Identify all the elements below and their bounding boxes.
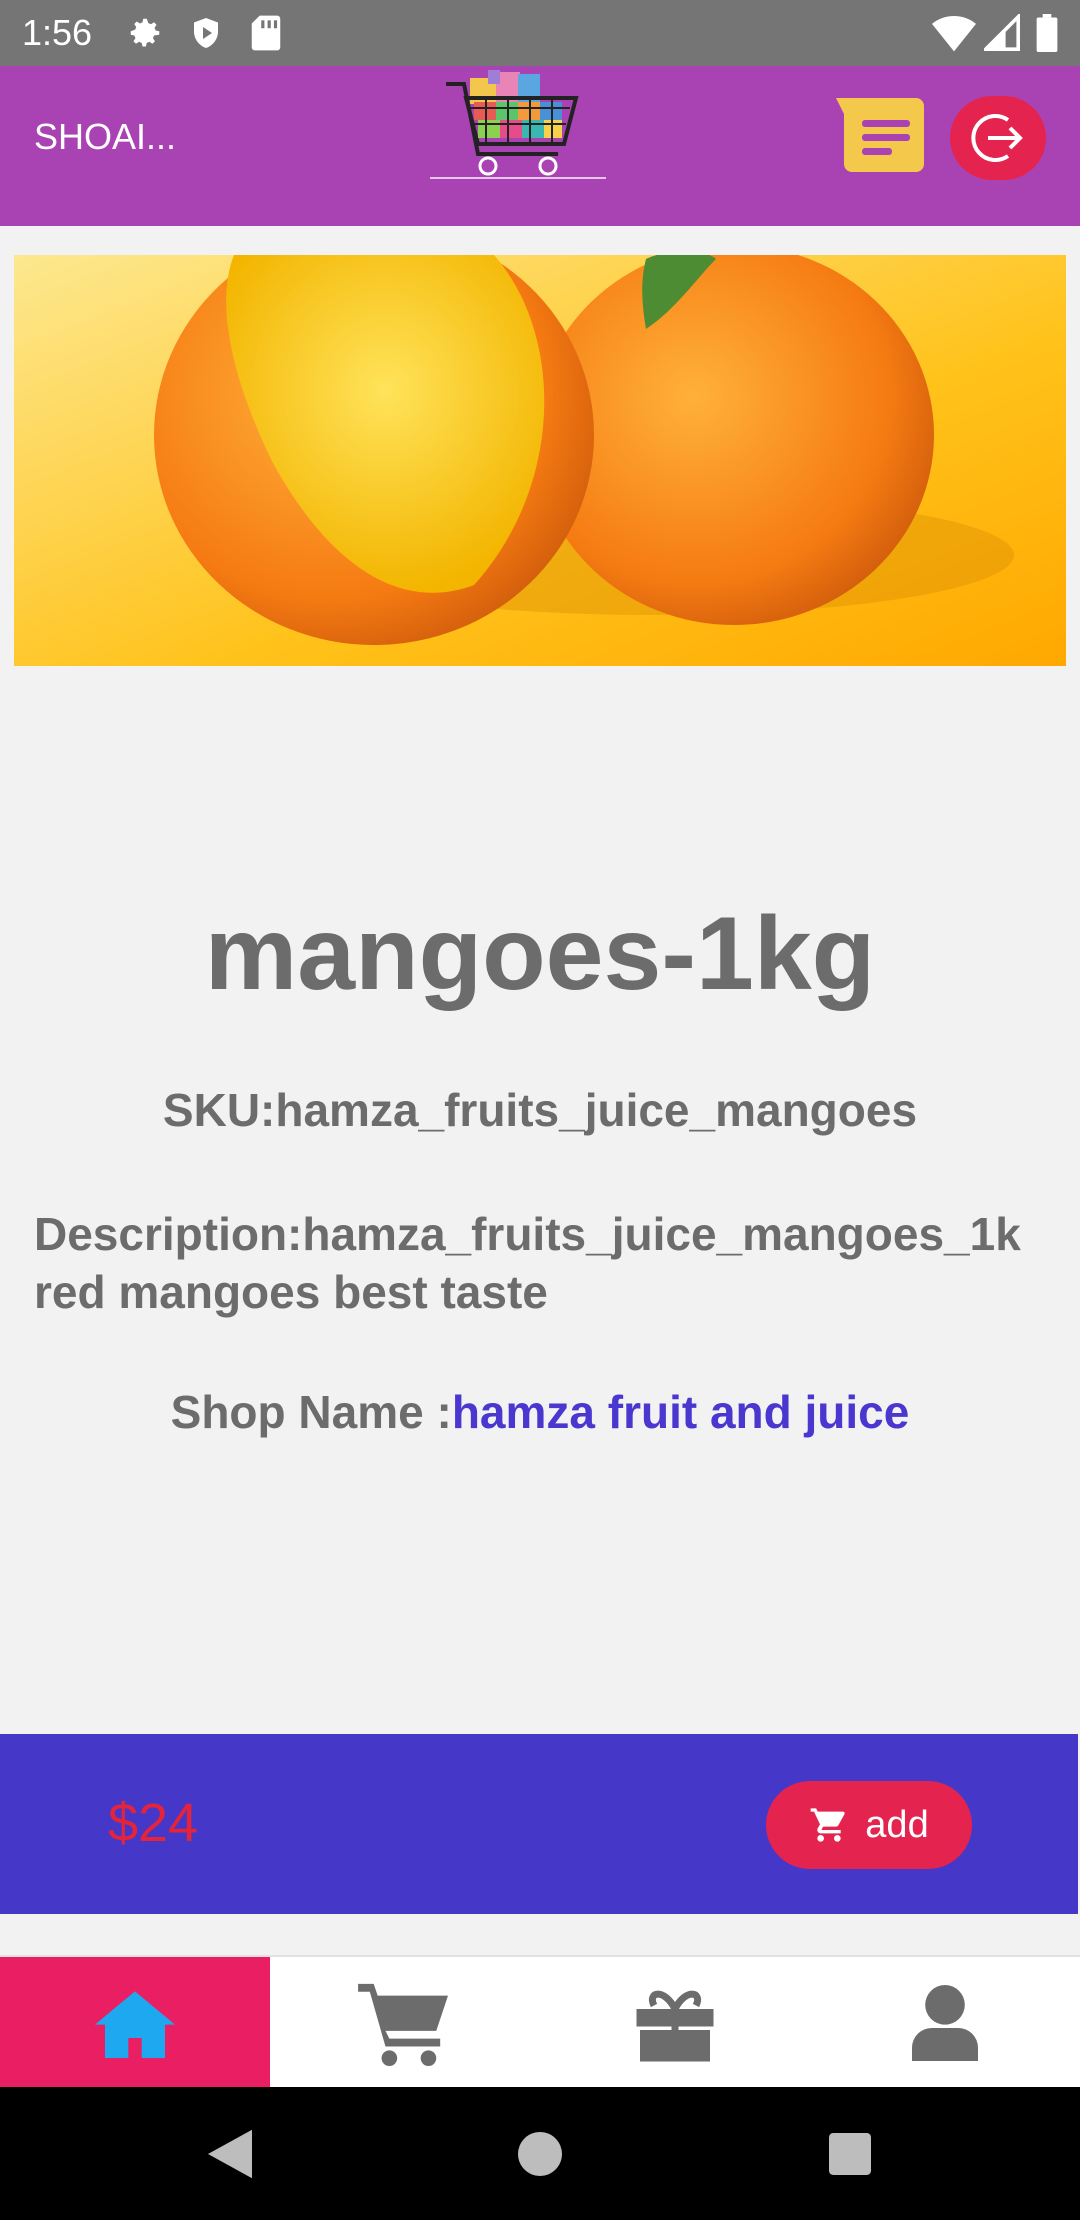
product-sku: SKU:hamza_fruits_juice_mangoes bbox=[162, 1084, 918, 1136]
system-nav bbox=[0, 2087, 1080, 2220]
mango-image bbox=[14, 255, 1066, 666]
product-title: mangoes-1kg bbox=[204, 896, 876, 1012]
status-bar: 1:56 bbox=[0, 0, 1080, 66]
app-bar: SHOAI... bbox=[0, 66, 1080, 226]
add-label: add bbox=[865, 1803, 929, 1846]
bottom-nav bbox=[0, 1955, 1080, 2089]
back-icon bbox=[208, 2129, 252, 2178]
shield-icon bbox=[188, 14, 224, 57]
product-description: Description:hamza_fruits_juice_mangoes_1… bbox=[34, 1208, 1021, 1318]
wifi-icon bbox=[932, 14, 976, 57]
notes-icon bbox=[836, 98, 924, 172]
logout-button[interactable] bbox=[950, 96, 1046, 180]
user-icon bbox=[912, 1985, 978, 2061]
sd-card-icon bbox=[250, 14, 282, 57]
gift-icon bbox=[636, 1990, 714, 2062]
signal-icon bbox=[981, 12, 1020, 57]
nav-gifts[interactable] bbox=[540, 1957, 810, 2089]
shop-name-link[interactable]: hamza fruit and juice bbox=[452, 1386, 910, 1438]
home-circle-icon bbox=[518, 2131, 562, 2176]
shop-label: Shop Name : bbox=[170, 1386, 452, 1438]
cart-icon bbox=[358, 1983, 448, 2066]
recents-button[interactable] bbox=[780, 2087, 920, 2220]
battery-icon bbox=[1036, 14, 1058, 57]
shop-line: Shop Name :hamza fruit and juice bbox=[0, 1385, 1080, 1439]
logout-icon bbox=[971, 114, 1023, 162]
back-button[interactable] bbox=[160, 2087, 300, 2220]
notes-button[interactable] bbox=[836, 98, 928, 172]
home-button[interactable] bbox=[470, 2087, 610, 2220]
home-icon bbox=[95, 1991, 175, 2058]
nav-profile[interactable] bbox=[810, 1957, 1080, 2089]
gear-icon bbox=[126, 14, 164, 57]
status-time: 1:56 bbox=[22, 12, 93, 53]
cart-icon bbox=[810, 1808, 846, 1842]
shopping-cart-logo bbox=[430, 66, 606, 210]
price-bar: $24 add bbox=[0, 1734, 1078, 1914]
price: $24 bbox=[108, 1793, 199, 1853]
nav-home[interactable] bbox=[0, 1957, 270, 2089]
add-to-cart-button[interactable]: add bbox=[766, 1781, 972, 1869]
nav-cart[interactable] bbox=[270, 1957, 540, 2089]
user-name: SHOAI... bbox=[34, 116, 177, 157]
recents-icon bbox=[829, 2132, 871, 2175]
